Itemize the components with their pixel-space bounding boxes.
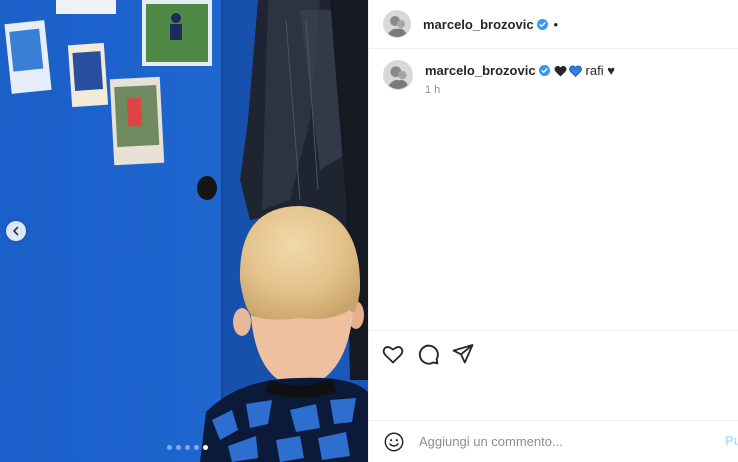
carousel-dot (193, 445, 199, 450)
post-comment-button[interactable]: Pubblica (725, 433, 738, 448)
caption-username[interactable]: marcelo_brozovic (425, 63, 536, 78)
send-icon[interactable] (451, 342, 475, 366)
post-timestamp[interactable]: 1 h (425, 84, 615, 96)
post-header: marcelo_brozovic • (369, 0, 738, 49)
header-separator: • (553, 16, 559, 32)
carousel-prev-button[interactable] (6, 221, 26, 241)
post-image[interactable] (0, 0, 368, 462)
comment-input[interactable] (417, 433, 711, 450)
comment-composer: Pubblica (369, 421, 738, 462)
verified-badge-icon (536, 18, 548, 30)
chevron-left-icon (13, 226, 19, 236)
caption-comment: marcelo_brozovic rafi ♥ 1 h (369, 58, 738, 96)
divider (369, 330, 738, 331)
carousel-dot-active (202, 445, 208, 450)
avatar[interactable] (383, 60, 413, 90)
blue-heart-icon (568, 65, 582, 77)
caption-text: rafi ♥ (585, 63, 615, 78)
avatar[interactable] (383, 10, 411, 38)
emoji-icon[interactable] (383, 431, 405, 453)
comment-icon[interactable] (416, 342, 440, 366)
header-username[interactable]: marcelo_brozovic (423, 17, 534, 32)
carousel-dot (184, 445, 190, 450)
post-actions (381, 342, 475, 366)
black-heart-icon (554, 65, 567, 77)
caption-line: marcelo_brozovic rafi ♥ (425, 63, 615, 78)
photo-illustration (0, 0, 368, 462)
caption-body: marcelo_brozovic rafi ♥ 1 h (425, 58, 615, 96)
instagram-post-view: marcelo_brozovic • marcelo_brozovic rafi… (0, 0, 738, 462)
avatar-image (384, 61, 412, 89)
verified-badge-icon (538, 65, 550, 76)
post-side-panel: marcelo_brozovic • marcelo_brozovic rafi… (368, 0, 738, 462)
carousel-dot (175, 445, 181, 450)
avatar-image (384, 11, 410, 37)
carousel-dot (166, 445, 172, 450)
carousel-indicator (0, 445, 368, 450)
heart-icon[interactable] (381, 342, 405, 366)
